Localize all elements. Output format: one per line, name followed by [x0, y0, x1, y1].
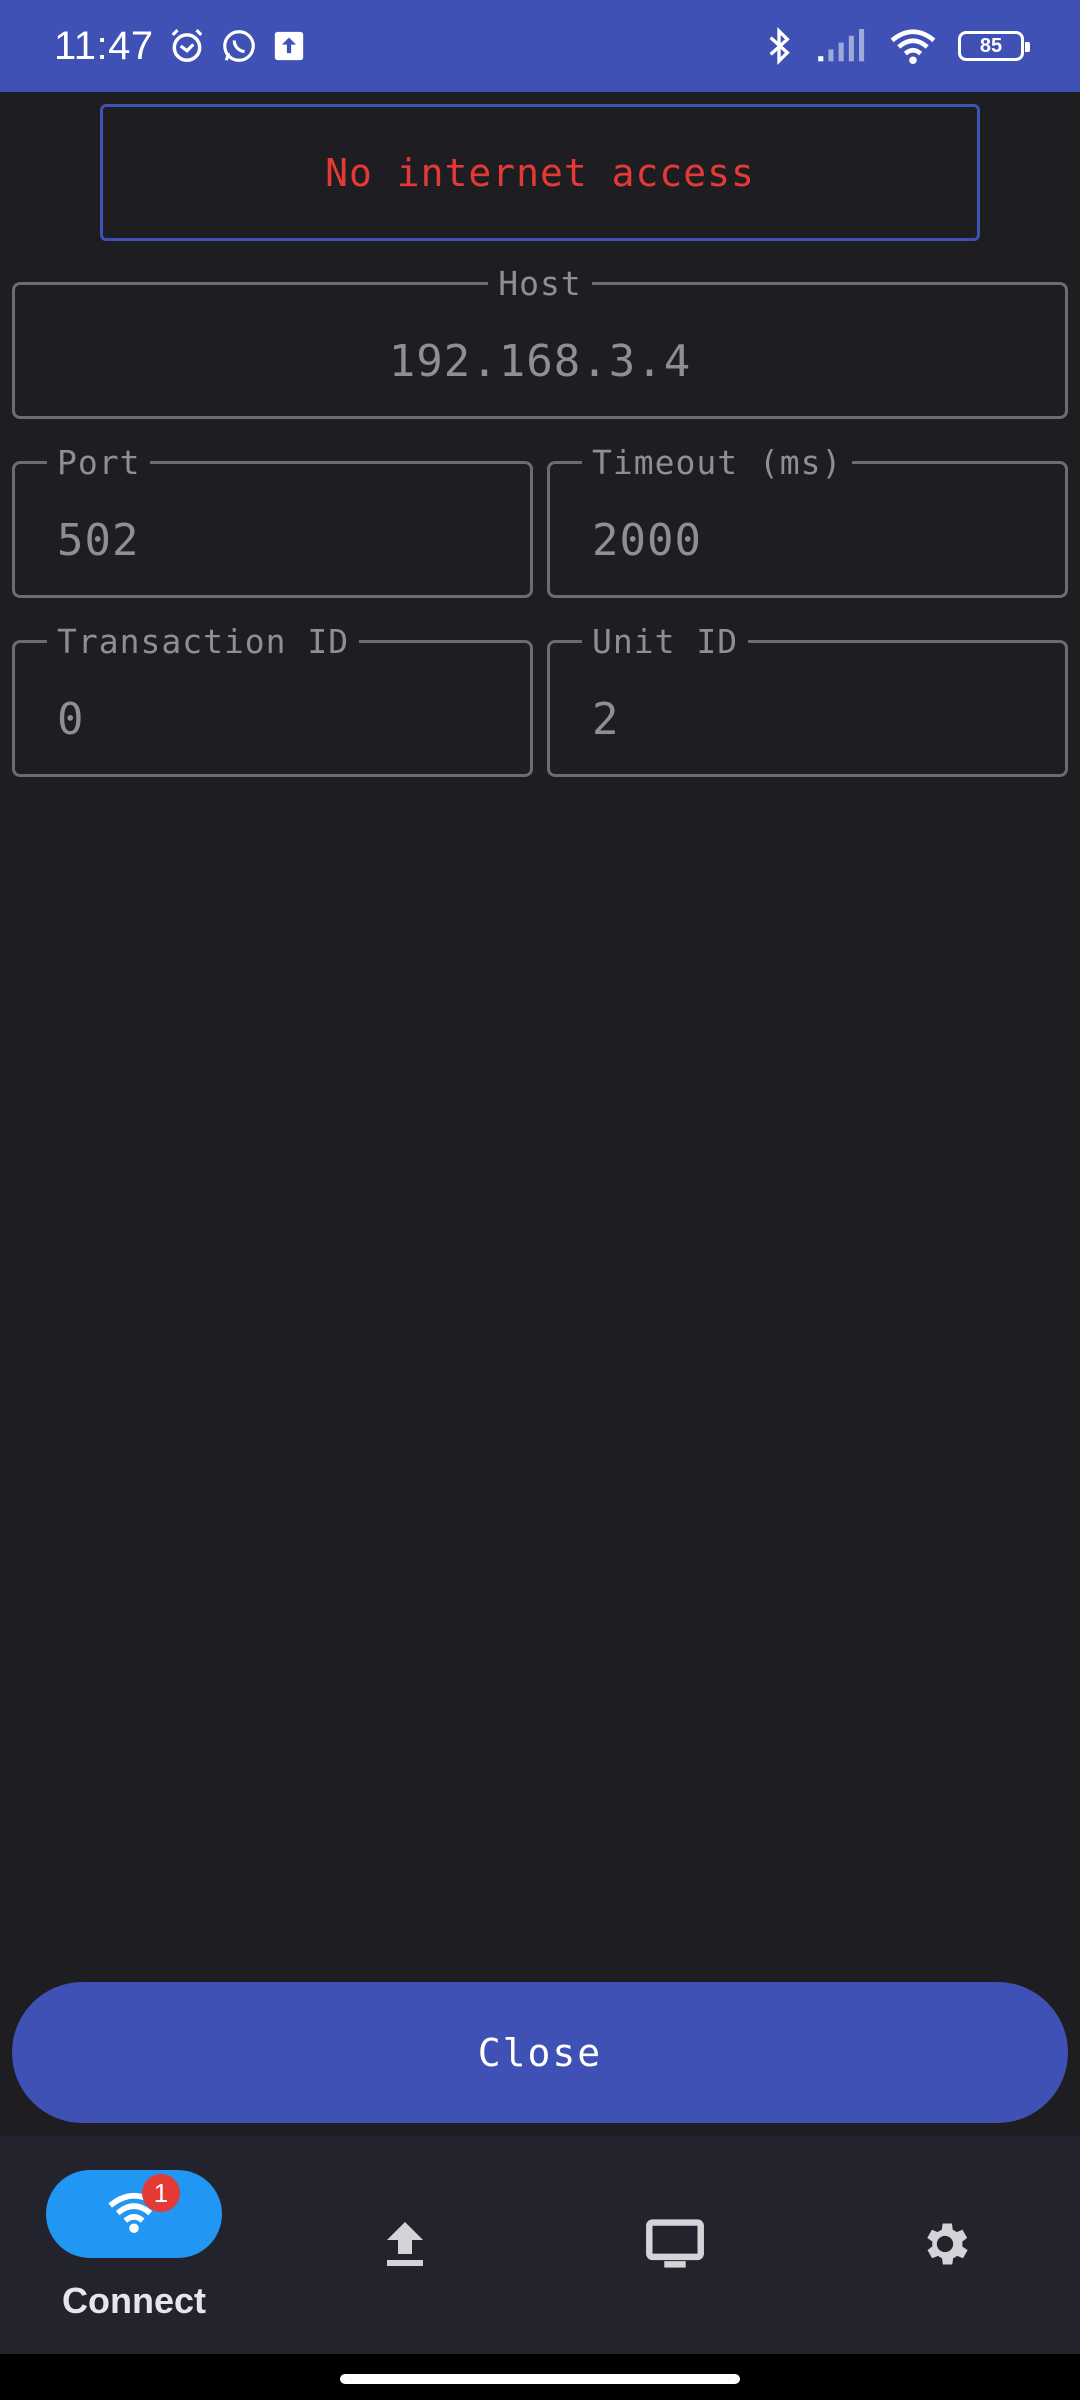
upload-icon	[381, 2218, 429, 2274]
status-time: 11:47	[54, 23, 154, 68]
host-field[interactable]: Host 192.168.3.4	[12, 267, 1068, 419]
nav-item-settings[interactable]	[905, 2214, 985, 2278]
host-value[interactable]: 192.168.3.4	[15, 336, 1065, 387]
wifi-icon	[890, 27, 936, 65]
nav-label-connect: Connect	[62, 2280, 206, 2321]
home-gesture-handle[interactable]	[340, 2374, 740, 2384]
gesture-bar-area	[0, 2354, 1080, 2400]
nav-item-connect[interactable]: 1 Connect	[46, 2136, 222, 2354]
host-label: Host	[498, 264, 582, 303]
nav-item-upload[interactable]	[365, 2214, 445, 2278]
unit-id-value[interactable]: 2	[550, 694, 1065, 745]
timeout-value[interactable]: 2000	[550, 515, 1065, 566]
no-internet-banner: No internet access	[100, 104, 980, 241]
unit-id-label: Unit ID	[592, 622, 739, 661]
status-left: 11:47	[54, 24, 306, 69]
transaction-id-field[interactable]: Transaction ID 0	[12, 625, 533, 777]
transaction-id-value[interactable]: 0	[15, 694, 530, 745]
status-right: 85	[764, 26, 1030, 66]
timeout-label: Timeout (ms)	[592, 443, 843, 482]
port-label: Port	[57, 443, 141, 482]
transaction-id-label: Transaction ID	[57, 622, 350, 661]
close-button-label: Close	[477, 2030, 603, 2075]
port-value[interactable]: 502	[15, 515, 530, 566]
whatsapp-icon	[220, 27, 258, 65]
nav-active-indicator[interactable]: 1	[46, 2170, 222, 2258]
monitor-icon	[645, 2218, 705, 2274]
battery-level: 85	[979, 34, 1003, 57]
unit-id-field[interactable]: Unit ID 2	[547, 625, 1068, 777]
upload-notification-icon	[272, 29, 306, 63]
banner-text: No internet access	[325, 150, 755, 195]
gear-icon	[917, 2216, 973, 2276]
signal-icon	[816, 29, 868, 63]
nav-item-monitor[interactable]	[635, 2214, 715, 2278]
timeout-field[interactable]: Timeout (ms) 2000	[547, 446, 1068, 598]
battery-icon: 85	[958, 31, 1030, 61]
close-button[interactable]: Close	[12, 1982, 1068, 2123]
port-field[interactable]: Port 502	[12, 446, 533, 598]
notification-badge: 1	[142, 2174, 180, 2212]
bluetooth-icon	[764, 26, 794, 66]
status-bar: 11:47 85	[0, 0, 1080, 92]
alarm-icon	[168, 27, 206, 65]
